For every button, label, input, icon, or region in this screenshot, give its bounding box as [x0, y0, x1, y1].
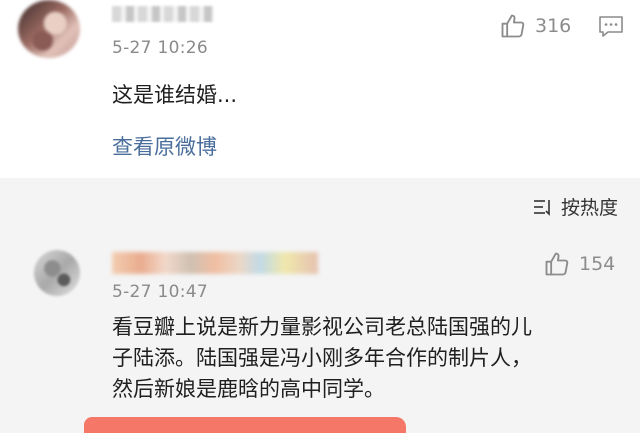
username-blurred[interactable] — [112, 6, 214, 22]
view-original-link[interactable]: 查看原微博 — [112, 131, 217, 161]
comment-text: 看豆瓣上说是新力量影视公司老总陆国强的儿 子陆添。陆国强是冯小刚多年合作的制片人… — [112, 312, 612, 405]
avatar[interactable] — [34, 250, 80, 296]
comment-icon[interactable] — [598, 14, 624, 38]
like-button[interactable]: 316 — [499, 12, 571, 40]
avatar[interactable] — [18, 0, 80, 58]
thumbs-up-icon — [501, 14, 525, 38]
weibo-post: 5-27 10:26 316 这是谁结婚... 查看原微博 — [0, 0, 640, 178]
like-count: 316 — [535, 15, 572, 37]
comment-line: 然后新娘是鹿晗的高中同学。 — [112, 377, 385, 401]
username-blurred[interactable] — [112, 252, 318, 274]
sort-icon — [533, 199, 550, 216]
highlight-annotation — [84, 417, 406, 433]
like-button[interactable]: 154 — [543, 250, 615, 278]
thumbs-up-icon — [545, 252, 569, 276]
like-count: 154 — [579, 253, 616, 275]
comment-line: 看豆瓣上说是新力量影视公司老总陆国强的儿 — [112, 315, 532, 339]
sort-by-popularity[interactable]: 按热度 — [533, 193, 618, 220]
post-timestamp: 5-27 10:26 — [112, 38, 208, 58]
post-text: 这是谁结婚... — [112, 83, 238, 107]
sort-label: 按热度 — [560, 197, 618, 219]
comment-item: 5-27 10:47 154 看豆瓣上说是新力量影视公司老总陆国强的儿 子陆添。… — [0, 232, 640, 433]
comment-line: 子陆添。陆国强是冯小刚多年合作的制片人， — [112, 346, 532, 370]
comment-timestamp: 5-27 10:47 — [112, 282, 208, 302]
